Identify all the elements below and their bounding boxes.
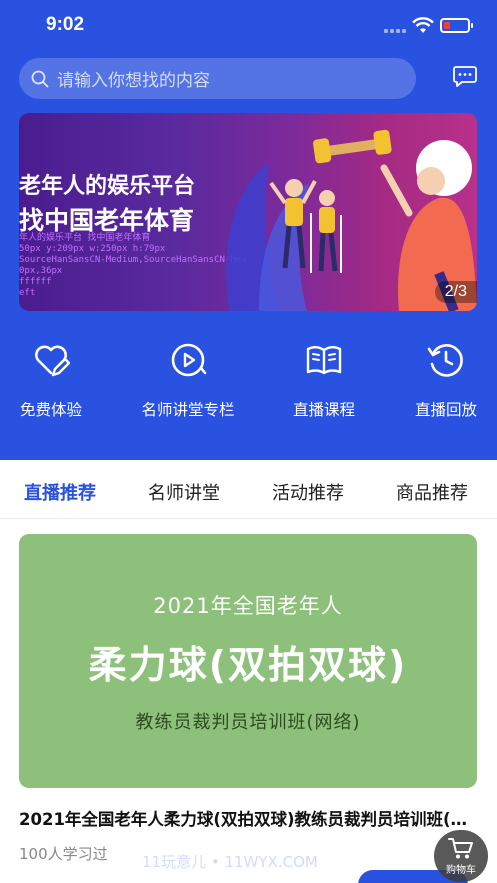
status-bar: 9:02: [0, 0, 497, 52]
book-open-icon: [306, 346, 342, 375]
cart-icon: [448, 838, 473, 859]
cart-button[interactable]: 购物车: [434, 830, 488, 882]
cart-label: 购物车: [446, 865, 476, 876]
history-icon: [427, 344, 463, 377]
feature-master-lecture[interactable]: 名师讲堂专栏: [128, 340, 248, 420]
battery-icon: [440, 18, 473, 33]
feature-label: 免费体验: [19, 401, 82, 419]
cover-line2: 柔力球(双拍双球): [88, 643, 408, 687]
cover-line3: 教练员裁判员培训班(网络): [135, 712, 361, 733]
banner-title-line1: 老年人的娱乐平台: [19, 174, 196, 199]
cellular-signal-icon: [384, 29, 408, 33]
heart-pen-icon: [35, 345, 71, 377]
search-input[interactable]: 请输入你想找的内容: [19, 58, 416, 99]
cover-line1: 2021年全国老年人: [153, 594, 343, 618]
feature-live-replay[interactable]: 直播回放: [386, 340, 497, 420]
category-tabs: 直播推荐 名师讲堂 活动推荐 商品推荐: [0, 461, 497, 519]
tab-live-recommend[interactable]: 直播推荐: [24, 479, 96, 505]
course-cover[interactable]: 2021年全国老年人 柔力球(双拍双球) 教练员裁判员培训班(网络): [19, 534, 477, 788]
course-title[interactable]: 2021年全国老年人柔力球(双拍双球)教练员裁判员培训班(网络): [19, 806, 471, 830]
wifi-icon: [412, 17, 434, 33]
banner-title-line2: 找中国老年体育: [19, 206, 195, 235]
feature-label: 直播课程: [292, 401, 355, 419]
tab-master-lecture[interactable]: 名师讲堂: [148, 479, 220, 505]
search-icon: [31, 70, 49, 87]
play-circle-icon: [171, 343, 207, 377]
tab-product-recommend[interactable]: 商品推荐: [396, 479, 468, 505]
course-learner-count: 100人学习过: [19, 845, 108, 863]
feature-live-course[interactable]: 直播课程: [264, 340, 384, 420]
banner-page-indicator: 2/3: [434, 281, 477, 303]
promo-banner[interactable]: 老年人的娱乐平台 找中国老年体育 年人的娱乐平台 找中国老年体育 50px y:…: [19, 113, 477, 311]
tab-activity-recommend[interactable]: 活动推荐: [272, 479, 344, 505]
feature-free-trial[interactable]: 免费体验: [0, 340, 111, 420]
message-icon[interactable]: [453, 66, 477, 87]
status-time: 9:02: [46, 14, 85, 35]
feature-label: 直播回放: [414, 401, 477, 419]
banner-illustration: [226, 129, 477, 311]
search-placeholder: 请输入你想找的内容: [57, 71, 210, 91]
feature-grid: 免费体验 名师讲堂专栏 直播课程 直播回放: [0, 340, 497, 430]
feature-label: 名师讲堂专栏: [141, 401, 235, 419]
watermark: 11玩意儿 • 11WYX.COM: [142, 853, 318, 871]
